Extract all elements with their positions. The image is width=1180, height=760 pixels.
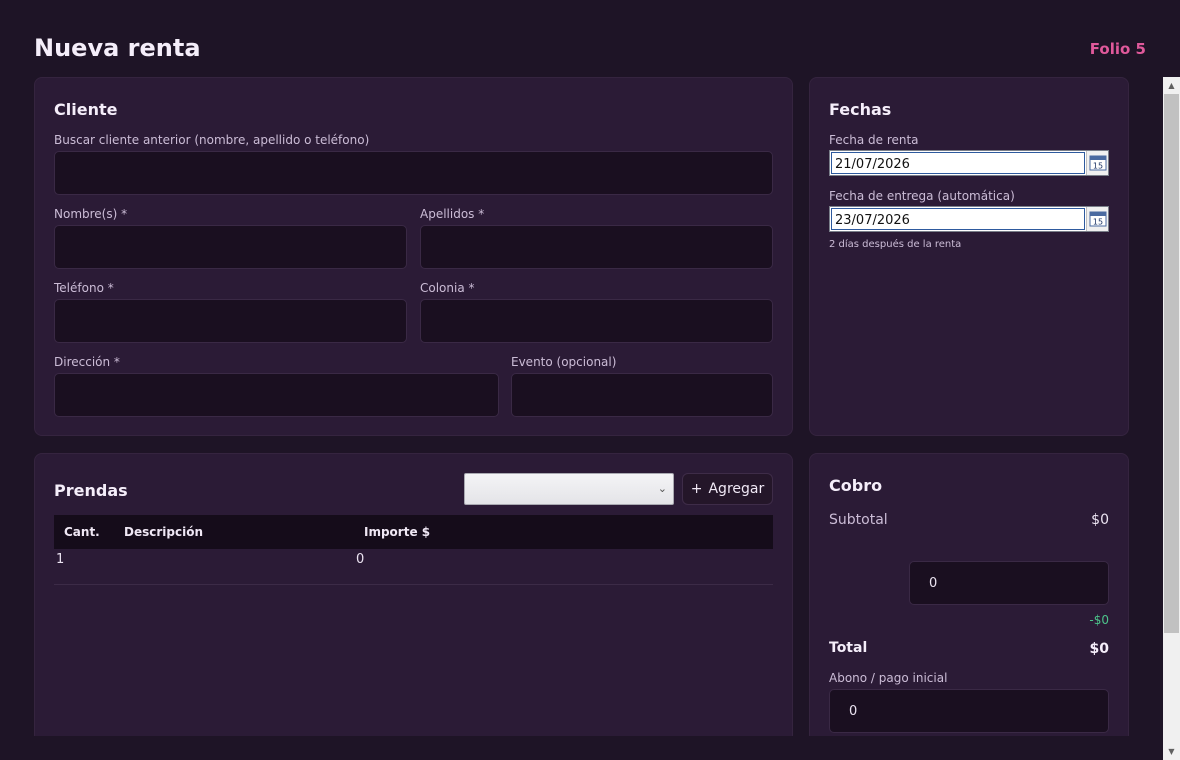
fecha-renta-picker[interactable]: 21/07/2026 15 xyxy=(829,150,1109,176)
discount-input[interactable] xyxy=(909,561,1109,605)
discount-value: -$0 xyxy=(1089,613,1109,627)
colonia-field[interactable] xyxy=(420,299,773,343)
apellidos-label: Apellidos * xyxy=(420,207,485,221)
svg-text:15: 15 xyxy=(1092,218,1102,227)
evento-label: Evento (opcional) xyxy=(511,355,617,369)
folio-label: Folio 5 xyxy=(1089,40,1146,58)
search-client-input[interactable] xyxy=(54,151,773,195)
nombres-label: Nombre(s) * xyxy=(54,207,128,221)
nombres-field[interactable] xyxy=(54,225,407,269)
fecha-entrega-picker[interactable]: 23/07/2026 15 xyxy=(829,206,1109,232)
chevron-down-icon: ⌄ xyxy=(657,482,667,495)
add-prenda-label: Agregar xyxy=(708,481,765,497)
total-label: Total xyxy=(829,640,868,656)
prendas-table-header: Cant. Descripción Importe $ xyxy=(54,515,773,549)
direccion-field[interactable] xyxy=(54,373,499,417)
table-row[interactable]: 1 0 xyxy=(54,549,773,585)
scrollbar-thumb[interactable] xyxy=(1164,94,1179,633)
col-cant: Cant. xyxy=(64,525,100,539)
subtotal-value: $0 xyxy=(1091,512,1109,528)
direccion-label: Dirección * xyxy=(54,355,120,369)
add-prenda-button[interactable]: + Agregar xyxy=(682,473,773,505)
calendar-icon[interactable]: 15 xyxy=(1086,151,1108,175)
fecha-entrega-hint: 2 días después de la renta xyxy=(829,239,962,250)
telefono-label: Teléfono * xyxy=(54,281,114,295)
fecha-renta-label: Fecha de renta xyxy=(829,133,919,147)
page-title: Nueva renta xyxy=(34,34,201,62)
plus-icon: + xyxy=(690,481,703,497)
row-cant[interactable]: 1 xyxy=(56,552,64,567)
fechas-card xyxy=(809,77,1129,436)
prendas-title: Prendas xyxy=(54,481,128,500)
prendas-card xyxy=(34,453,793,743)
col-importe: Importe $ xyxy=(364,525,431,539)
fecha-entrega-value[interactable]: 23/07/2026 xyxy=(831,208,1085,230)
scroll-down-icon[interactable]: ▼ xyxy=(1163,743,1180,760)
prenda-select[interactable]: ⌄ xyxy=(464,473,674,505)
total-value: $0 xyxy=(1089,641,1109,657)
abono-input[interactable] xyxy=(829,689,1109,733)
svg-text:15: 15 xyxy=(1092,162,1102,171)
scroll-up-icon[interactable]: ▲ xyxy=(1163,77,1180,94)
subtotal-label: Subtotal xyxy=(829,512,888,528)
col-descripcion: Descripción xyxy=(124,525,203,539)
search-client-label: Buscar cliente anterior (nombre, apellid… xyxy=(54,133,370,147)
telefono-field[interactable] xyxy=(54,299,407,343)
calendar-icon[interactable]: 15 xyxy=(1086,207,1108,231)
fecha-entrega-label: Fecha de entrega (automática) xyxy=(829,189,1015,203)
fechas-title: Fechas xyxy=(829,100,892,119)
page-header: Nueva renta Folio 5 xyxy=(34,34,1146,66)
cobro-title: Cobro xyxy=(829,476,883,495)
cliente-title: Cliente xyxy=(54,100,118,119)
evento-field[interactable] xyxy=(511,373,773,417)
colonia-label: Colonia * xyxy=(420,281,475,295)
row-importe[interactable]: 0 xyxy=(356,552,364,567)
bottom-edge xyxy=(0,736,1163,760)
abono-label: Abono / pago inicial xyxy=(829,671,948,685)
fecha-renta-value[interactable]: 21/07/2026 xyxy=(831,152,1085,174)
apellidos-field[interactable] xyxy=(420,225,773,269)
